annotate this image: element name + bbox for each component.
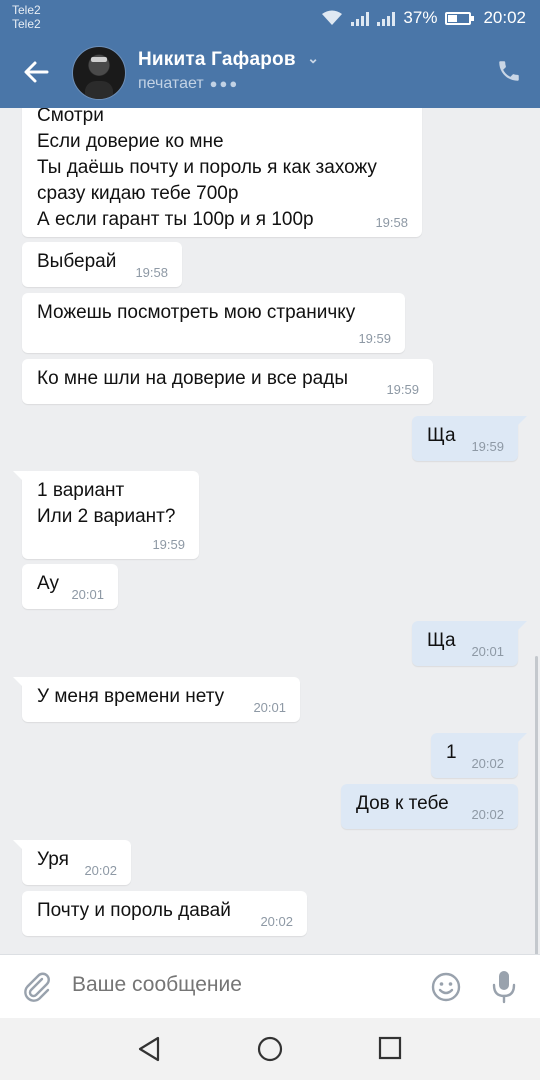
battery-percent: 37%	[403, 8, 438, 27]
bubble-tail	[513, 416, 527, 430]
outgoing-message[interactable]: Ща 19:59	[412, 416, 527, 461]
message-text: 1 вариант Или 2 вариант?	[37, 480, 176, 527]
message-time: 20:02	[260, 914, 293, 929]
message-time: 20:01	[471, 644, 504, 659]
nav-recents-icon[interactable]	[378, 1036, 402, 1060]
message-list[interactable]: Смотри Если доверие ко мне Ты даёшь почт…	[0, 108, 540, 954]
bubble-tail	[513, 621, 527, 635]
message-input[interactable]	[72, 973, 412, 997]
battery-icon	[445, 11, 475, 25]
message-text: Выберай	[37, 251, 117, 272]
message-text: Можешь посмотреть мою страничку	[37, 302, 356, 323]
carrier-2: Tele2	[12, 17, 41, 31]
incoming-message[interactable]: Выберай 19:58	[22, 242, 182, 287]
wifi-icon	[322, 10, 343, 25]
incoming-message[interactable]: Ко мне шли на доверие и все рады 19:59	[22, 359, 433, 404]
emoji-icon[interactable]	[430, 971, 462, 1003]
message-text: Смотри Если доверие ко мне Ты даёшь почт…	[37, 108, 377, 230]
nav-back-icon[interactable]	[136, 1035, 162, 1063]
system-nav-bar	[0, 1018, 540, 1080]
status-bar: Tele2 Tele2 37% 20:02	[0, 0, 540, 36]
chat-header: Никита Гафаров ⌄ печатает ●●●	[0, 36, 540, 108]
nav-home-icon[interactable]	[257, 1036, 283, 1062]
message-text: Уря	[37, 849, 69, 870]
incoming-message[interactable]: 1 вариант Или 2 вариант? 19:59	[13, 471, 199, 559]
message-text: Ща	[427, 425, 456, 446]
incoming-message[interactable]: Смотри Если доверие ко мне Ты даёшь почт…	[22, 108, 422, 237]
outgoing-message[interactable]: 1 20:02	[431, 733, 527, 778]
status-icons: 37% 20:02	[321, 8, 526, 28]
message-text: У меня времени нету	[37, 686, 225, 707]
typing-label: печатает	[138, 75, 204, 92]
incoming-message[interactable]: Можешь посмотреть мою страничку 19:59	[22, 293, 405, 353]
microphone-icon[interactable]	[490, 969, 518, 1005]
clock: 20:02	[483, 8, 526, 27]
paperclip-icon[interactable]	[22, 971, 52, 1003]
incoming-message[interactable]: Ау 20:01	[22, 564, 118, 609]
message-time: 19:58	[375, 215, 408, 230]
message-text: Почту и пороль давай	[37, 900, 231, 921]
message-time: 20:02	[471, 756, 504, 771]
typing-dots-icon: ●●●	[209, 76, 240, 91]
bubble-tail	[13, 677, 27, 691]
bubble-tail	[13, 840, 27, 854]
message-text: Ща	[427, 630, 456, 651]
signal-icon	[351, 10, 370, 26]
incoming-message[interactable]: Почту и пороль давай 20:02	[22, 891, 307, 936]
scrollbar[interactable]	[535, 656, 538, 954]
bubble-tail	[513, 733, 527, 747]
message-time: 20:02	[471, 807, 504, 822]
message-text: Дов к тебе	[356, 793, 449, 814]
message-time: 20:01	[71, 587, 104, 602]
avatar[interactable]	[72, 46, 126, 100]
message-time: 19:59	[358, 331, 391, 346]
incoming-message[interactable]: Уря 20:02	[13, 840, 131, 885]
message-time: 20:02	[84, 863, 117, 878]
message-time: 19:59	[386, 382, 419, 397]
phone-icon[interactable]	[496, 58, 522, 84]
outgoing-message[interactable]: Ща 20:01	[412, 621, 527, 666]
message-text: Ау	[37, 573, 59, 594]
composer	[0, 954, 540, 1019]
back-arrow-icon[interactable]	[22, 58, 50, 86]
bubble-tail	[13, 471, 27, 485]
typing-status: печатает ●●●	[138, 75, 239, 93]
message-text: 1	[446, 742, 457, 763]
chevron-down-icon: ⌄	[307, 50, 320, 66]
signal-icon	[377, 10, 396, 26]
contact-name: Никита Гафаров	[138, 49, 296, 70]
message-time: 19:59	[471, 439, 504, 454]
carrier-labels: Tele2 Tele2	[12, 3, 41, 31]
contact-name-row[interactable]: Никита Гафаров ⌄	[138, 49, 319, 71]
incoming-message[interactable]: У меня времени нету 20:01	[13, 677, 300, 722]
carrier-1: Tele2	[12, 3, 41, 17]
message-text: Ко мне шли на доверие и все рады	[37, 368, 348, 389]
message-time: 19:59	[152, 537, 185, 552]
message-time: 19:58	[135, 265, 168, 280]
outgoing-message[interactable]: Дов к тебе 20:02	[341, 784, 518, 829]
message-time: 20:01	[253, 700, 286, 715]
